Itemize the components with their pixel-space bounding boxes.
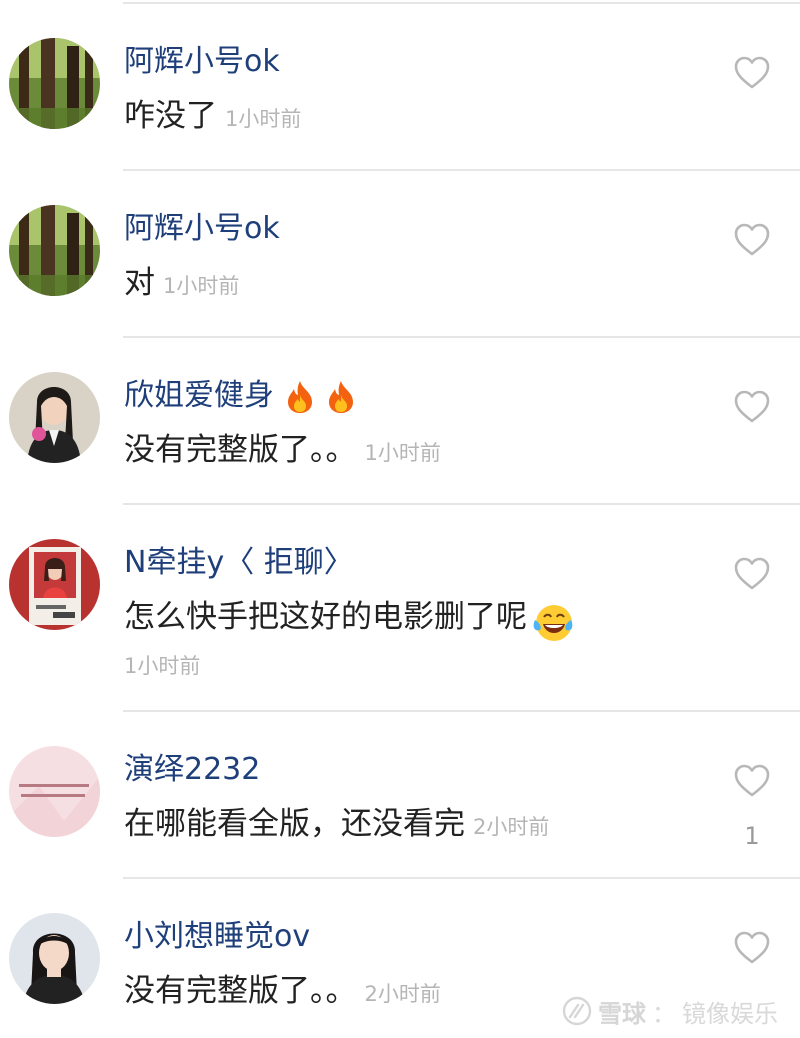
divider <box>123 2 800 4</box>
comment-text: 对 <box>124 265 155 301</box>
divider <box>123 503 800 505</box>
forest-avatar-icon[interactable] <box>9 38 100 129</box>
fire-emoji <box>287 380 312 413</box>
heart-icon[interactable] <box>734 56 770 90</box>
fire-emoji <box>329 380 354 413</box>
comment-text-line: 没有完整版了。。 2小时前 <box>124 969 441 1018</box>
comment-item: 欣姐爱健身 没有完整版了。。 1小时前 <box>0 336 800 503</box>
crying-laughing-emoji <box>533 604 573 641</box>
woman-portrait-avatar-icon[interactable] <box>9 372 100 463</box>
timestamp: 1小时前 <box>364 441 441 465</box>
heart-icon[interactable] <box>734 931 770 965</box>
girl-portrait-avatar-icon[interactable] <box>9 913 100 1004</box>
watermark-separator: ： <box>652 999 676 1028</box>
comment-text: 咋没了 <box>124 98 217 134</box>
heart-icon[interactable] <box>734 557 770 591</box>
comment-text-line: 没有完整版了。。 1小时前 <box>124 428 441 477</box>
divider <box>123 710 800 712</box>
comment-text-line: 在哪能看全版，还没看完 2小时前 <box>124 802 549 851</box>
username[interactable]: 阿辉小号ok <box>124 40 280 84</box>
username[interactable]: 欣姐爱健身 <box>124 374 357 418</box>
heart-icon[interactable] <box>734 223 770 257</box>
heart-icon[interactable] <box>734 764 770 798</box>
comment-text-line: 对 1小时前 <box>124 261 239 310</box>
comment-item: 演绎2232 在哪能看全版，还没看完 2小时前 1 <box>0 710 800 877</box>
username-text[interactable]: 欣姐爱健身 <box>124 378 274 413</box>
timestamp: 1小时前 <box>163 274 240 298</box>
watermark: 雪球：镜像娱乐 <box>562 994 778 1028</box>
comment-item: 阿辉小号ok 对 1小时前 <box>0 169 800 336</box>
comment-text: 怎么快手把这好的电影删了呢 <box>124 599 527 635</box>
pink-text-avatar-icon[interactable] <box>9 746 100 837</box>
comment-text: 没有完整版了。。 <box>124 432 357 468</box>
divider <box>123 877 800 879</box>
username[interactable]: 演绎2232 <box>124 748 260 792</box>
photo-card-avatar-icon[interactable] <box>9 539 100 630</box>
timestamp: 1小时前 <box>124 654 201 678</box>
watermark-account: 镜像娱乐 <box>682 999 778 1028</box>
snowball-logo-icon <box>562 996 592 1026</box>
timestamp: 2小时前 <box>473 815 550 839</box>
comment-item: N牵挂y〈 拒聊〉 怎么快手把这好的电影删了呢 1小时前 <box>0 503 800 710</box>
timestamp: 1小时前 <box>225 107 302 131</box>
comment-text-line: 咋没了 1小时前 <box>124 94 301 143</box>
divider <box>123 336 800 338</box>
username[interactable]: 小刘想睡觉ov <box>124 915 310 959</box>
heart-icon[interactable] <box>734 390 770 424</box>
watermark-brand: 雪球 <box>598 999 646 1028</box>
like-count: 1 <box>744 822 760 850</box>
forest-avatar-icon[interactable] <box>9 205 100 296</box>
comment-text: 在哪能看全版，还没看完 <box>124 806 465 842</box>
comment-item: 阿辉小号ok 咋没了 1小时前 <box>0 2 800 169</box>
divider <box>123 169 800 171</box>
comment-text: 没有完整版了。。 <box>124 973 357 1009</box>
timestamp: 2小时前 <box>364 982 441 1006</box>
username[interactable]: 阿辉小号ok <box>124 207 280 251</box>
username[interactable]: N牵挂y〈 拒聊〉 <box>124 541 354 585</box>
comment-text-line: 怎么快手把这好的电影删了呢 <box>124 595 574 644</box>
